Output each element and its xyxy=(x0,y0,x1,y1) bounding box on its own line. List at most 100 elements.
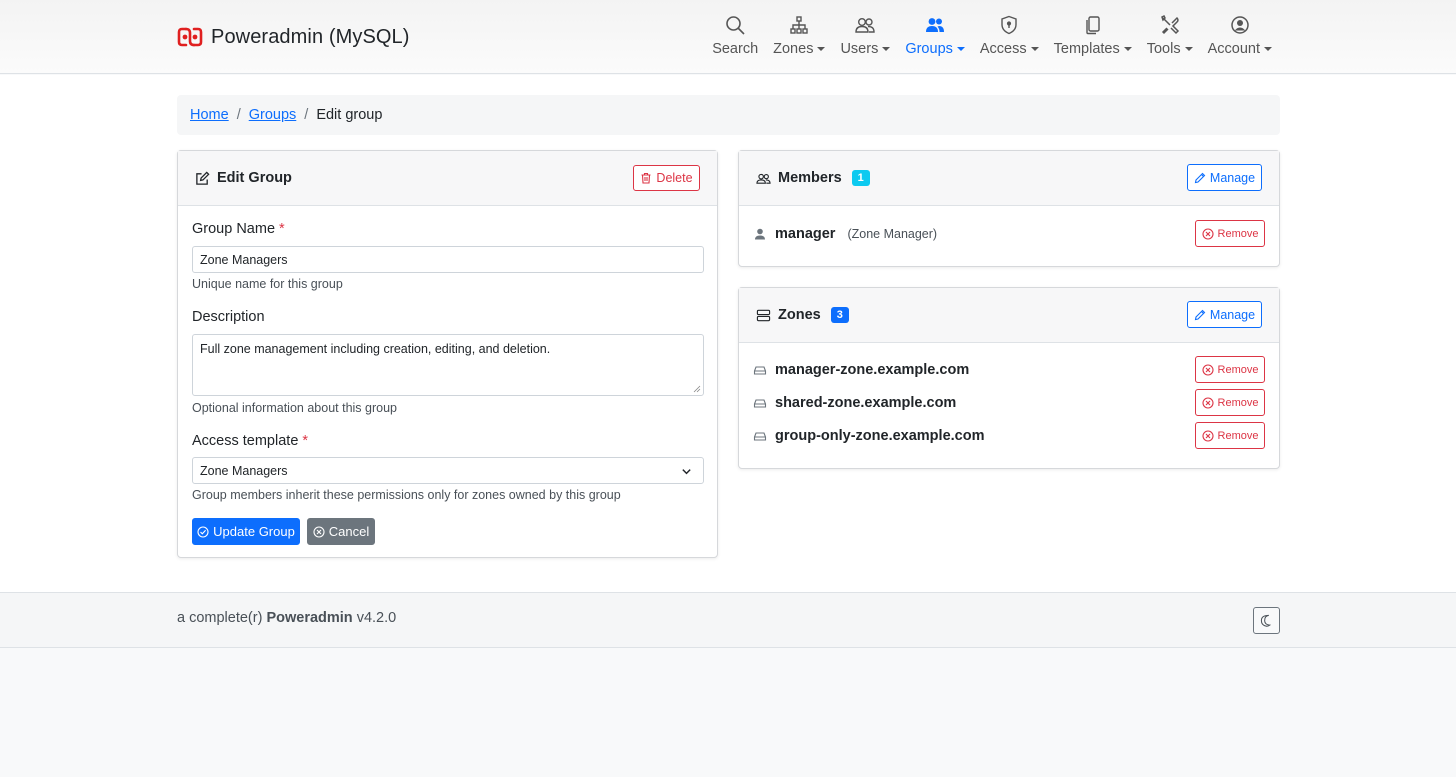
edit-group-title-text: Edit Group xyxy=(217,170,292,186)
main-content: Home / Groups / Edit group Edit Group De… xyxy=(0,75,1456,592)
remove-zone-button[interactable]: Remove xyxy=(1195,389,1265,416)
zones-header: Zones 3 Manage xyxy=(739,288,1279,343)
zones-card: Zones 3 Manage manager-zone.example.com … xyxy=(738,287,1280,469)
pencil-icon xyxy=(1194,172,1206,183)
main-nav: Search Zones Users Groups Access Templat… xyxy=(697,14,1272,57)
footer-prefix: a complete(r) xyxy=(177,610,263,626)
description-help: Optional information about this group xyxy=(192,401,397,415)
resize-handle-icon[interactable] xyxy=(693,385,701,393)
member-name: manager xyxy=(775,225,836,242)
account-icon xyxy=(1229,14,1251,36)
members-card: Members 1 Manage manager (Zone Manager) … xyxy=(738,150,1280,267)
pencil-icon xyxy=(1194,309,1206,320)
zone-row: shared-zone.example.com Remove xyxy=(753,389,1265,416)
members-header: Members 1 Manage xyxy=(739,151,1279,206)
nav-users[interactable]: Users xyxy=(840,14,891,57)
chevron-down-icon xyxy=(882,47,891,51)
remove-zone-button[interactable]: Remove xyxy=(1195,422,1265,449)
zones-title: Zones 3 xyxy=(756,307,849,323)
access-template-value: Zone Managers xyxy=(200,463,288,478)
description-textarea[interactable]: Full zone management including creation,… xyxy=(192,334,704,396)
remove-zone-label: Remove xyxy=(1217,396,1259,409)
group-name-value: Zone Managers xyxy=(200,252,288,267)
group-name-label: Group Name * xyxy=(192,221,285,237)
theme-toggle-button[interactable] xyxy=(1253,607,1280,634)
access-template-select[interactable]: Zone Managers xyxy=(192,457,704,484)
member-row: manager (Zone Manager) Remove xyxy=(753,220,1265,247)
zone-name[interactable]: group-only-zone.example.com xyxy=(775,428,984,444)
nav-users-label: Users xyxy=(840,41,891,57)
zones-icon xyxy=(788,14,810,36)
description-label: Description xyxy=(192,309,265,325)
update-group-button[interactable]: Update Group xyxy=(192,518,300,545)
zone-name[interactable]: shared-zone.example.com xyxy=(775,395,956,411)
manage-members-label: Manage xyxy=(1209,170,1256,185)
cancel-button[interactable]: Cancel xyxy=(307,518,375,545)
chevron-down-icon xyxy=(1030,47,1039,51)
hdd-icon xyxy=(753,365,767,375)
access-template-help: Group members inherit these permissions … xyxy=(192,488,621,502)
remove-zone-button[interactable]: Remove xyxy=(1195,356,1265,383)
manage-zones-label: Manage xyxy=(1209,307,1256,322)
delete-group-button[interactable]: Delete xyxy=(633,165,700,191)
group-name-input[interactable]: Zone Managers xyxy=(192,246,704,273)
hdd-icon xyxy=(753,431,767,441)
nav-access[interactable]: Access xyxy=(980,14,1039,57)
zone-row: group-only-zone.example.com Remove xyxy=(753,422,1265,449)
users-icon xyxy=(854,14,876,36)
zones-title-text: Zones xyxy=(778,307,821,323)
remove-zone-label: Remove xyxy=(1217,363,1259,376)
footer-product: Poweradmin xyxy=(266,610,353,626)
nav-search[interactable]: Search xyxy=(712,14,758,57)
templates-icon xyxy=(1082,14,1104,36)
footer-text: a complete(r) Poweradmin v4.2.0 xyxy=(177,610,396,626)
nav-templates-label: Templates xyxy=(1054,41,1132,57)
brand-link[interactable]: Poweradmin (MySQL) xyxy=(177,24,410,50)
nav-zones[interactable]: Zones xyxy=(773,14,826,57)
x-circle-icon xyxy=(1201,429,1214,442)
breadcrumb-groups-link[interactable]: Groups xyxy=(249,107,297,123)
x-circle-icon xyxy=(1201,363,1214,376)
chevron-down-icon xyxy=(956,47,965,51)
nav-search-label: Search xyxy=(712,41,759,57)
zone-name[interactable]: manager-zone.example.com xyxy=(775,362,969,378)
x-circle-icon xyxy=(313,525,325,538)
remove-member-button[interactable]: Remove xyxy=(1195,220,1265,247)
tools-icon xyxy=(1159,14,1181,36)
breadcrumb-current: Edit group xyxy=(316,107,383,123)
x-circle-icon xyxy=(1201,396,1214,409)
members-title: Members 1 xyxy=(756,170,870,186)
zones-count-badge: 3 xyxy=(830,307,849,323)
brand-title: Poweradmin (MySQL) xyxy=(211,25,410,48)
zone-row: manager-zone.example.com Remove xyxy=(753,356,1265,383)
person-icon xyxy=(755,228,765,239)
required-mark: * xyxy=(302,433,309,449)
manage-zones-button[interactable]: Manage xyxy=(1187,301,1262,328)
nav-account-label: Account xyxy=(1208,41,1272,57)
hdd-icon xyxy=(753,398,767,408)
nav-templates[interactable]: Templates xyxy=(1054,14,1132,57)
breadcrumb-home-link[interactable]: Home xyxy=(190,107,229,123)
members-count-badge: 1 xyxy=(851,170,870,186)
chevron-down-icon xyxy=(682,469,691,475)
chevron-down-icon xyxy=(1264,47,1272,51)
nav-groups[interactable]: Groups xyxy=(905,14,965,57)
edit-group-card: Edit Group Delete Group Name * Zone Mana… xyxy=(177,150,718,558)
nav-account[interactable]: Account xyxy=(1208,14,1272,57)
edit-group-header: Edit Group Delete xyxy=(178,151,717,206)
footer-version: v4.2.0 xyxy=(356,610,397,626)
groups-icon xyxy=(924,14,946,36)
servers-icon xyxy=(756,309,771,321)
breadcrumb: Home / Groups / Edit group xyxy=(177,95,1280,135)
nav-tools[interactable]: Tools xyxy=(1147,14,1193,57)
x-circle-icon xyxy=(1201,227,1214,240)
shield-icon xyxy=(998,14,1020,36)
nav-tools-label: Tools xyxy=(1147,41,1193,57)
chevron-down-icon xyxy=(1123,47,1132,51)
nav-access-label: Access xyxy=(980,41,1039,57)
manage-members-button[interactable]: Manage xyxy=(1187,164,1262,191)
edit-icon xyxy=(196,170,210,185)
member-role: (Zone Manager) xyxy=(847,226,938,241)
remove-member-label: Remove xyxy=(1217,227,1259,240)
trash-icon xyxy=(641,172,651,184)
